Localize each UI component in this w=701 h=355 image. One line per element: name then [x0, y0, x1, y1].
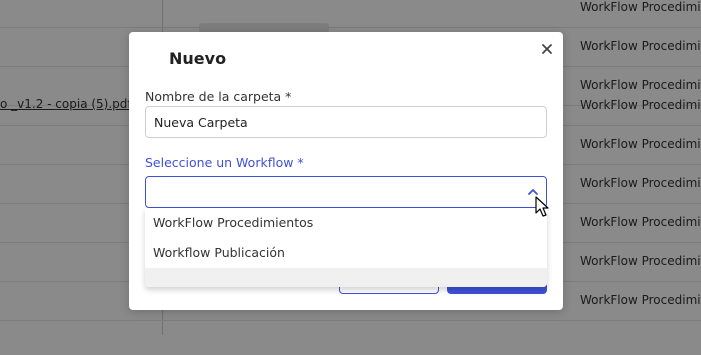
- workflow-option-empty[interactable]: [145, 268, 547, 287]
- mouse-pointer-icon: [535, 196, 549, 217]
- folder-name-label: Nombre de la carpeta *: [145, 89, 292, 104]
- dialog-title: Nuevo: [169, 49, 227, 68]
- page: WorkFlow Procedimi WorkFlow Procedimi Wo…: [0, 0, 701, 355]
- workflow-select[interactable]: [145, 176, 547, 208]
- workflow-label: Seleccione un Workflow *: [145, 155, 304, 170]
- workflow-option[interactable]: WorkFlow Procedimientos: [145, 208, 547, 238]
- close-icon[interactable]: [539, 41, 555, 57]
- workflow-option[interactable]: Workflow Publicación: [145, 238, 547, 268]
- workflow-dropdown-list: WorkFlow Procedimientos Workflow Publica…: [145, 208, 547, 287]
- folder-name-input[interactable]: [145, 106, 547, 138]
